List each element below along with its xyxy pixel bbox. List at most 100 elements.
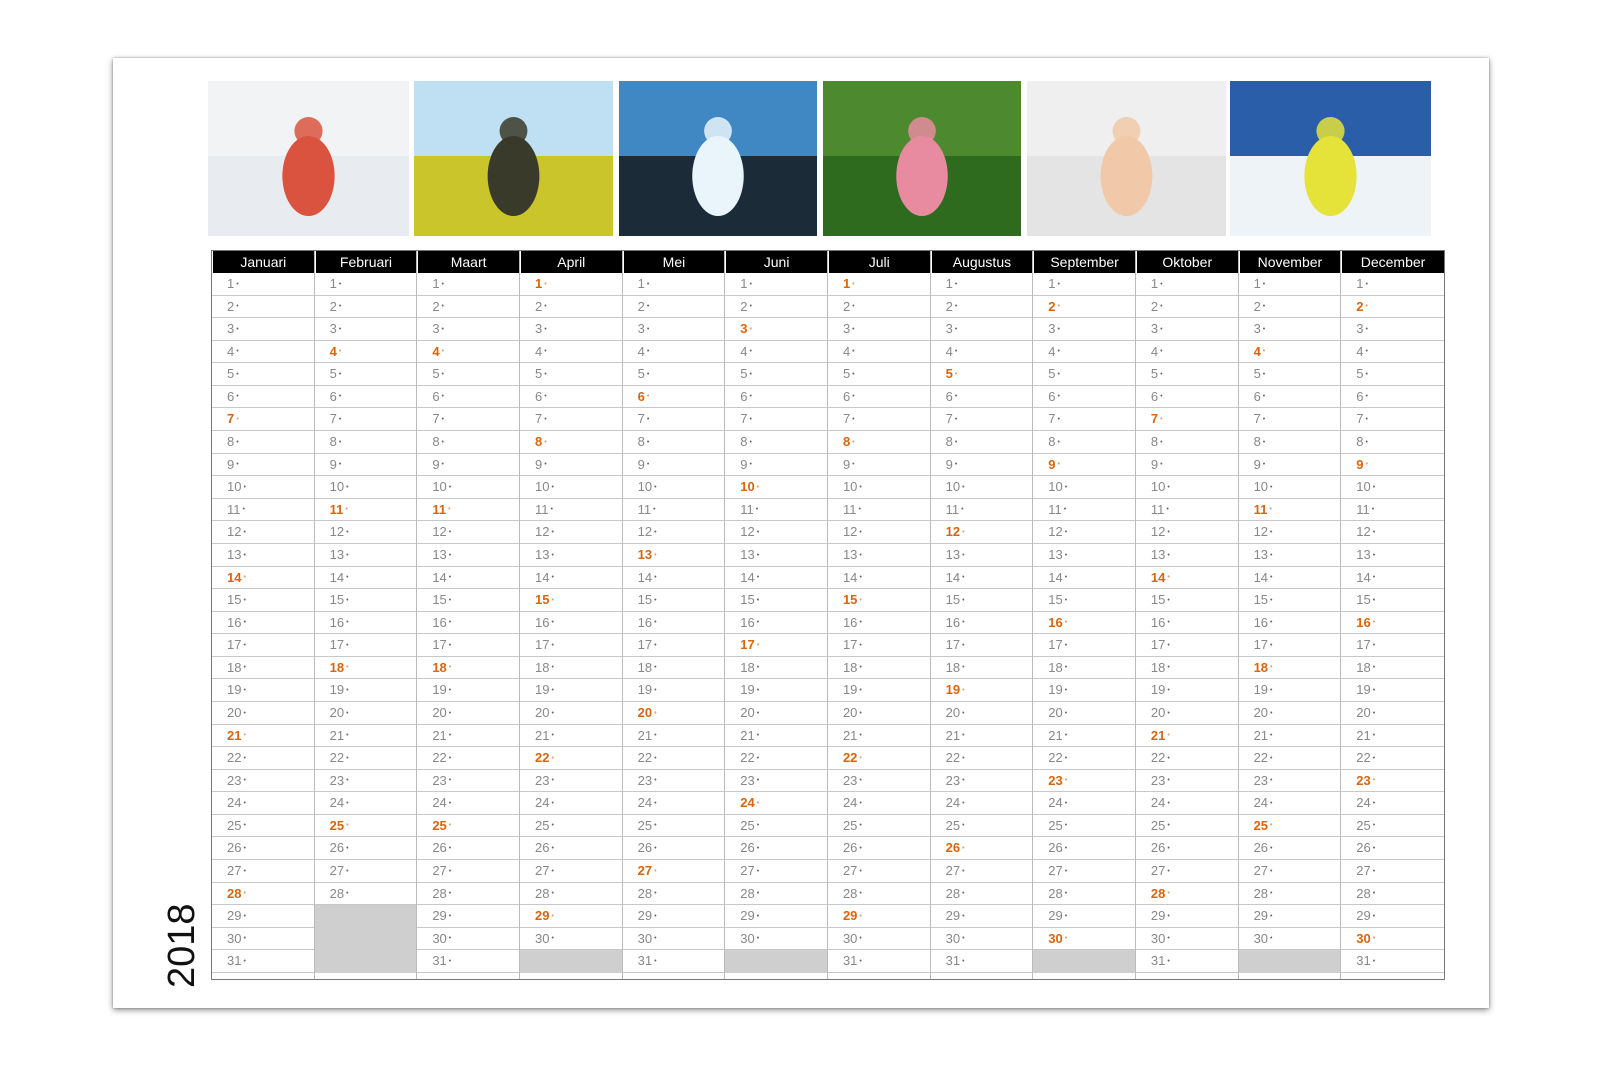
- month-header: Juli: [827, 251, 930, 273]
- weekday-mark: •: [954, 461, 958, 469]
- day-number: 7: [945, 411, 953, 427]
- day-number: 30: [1150, 930, 1166, 946]
- day-cell: 9 •: [417, 454, 519, 477]
- weekday-mark: •: [859, 574, 862, 582]
- day-number: 17: [842, 637, 858, 653]
- day-cell-sunday: 25 •: [417, 815, 519, 838]
- weekday-mark: •: [654, 890, 657, 898]
- weekday-mark: •: [1064, 822, 1068, 830]
- day-cell: 16 •: [930, 612, 1033, 635]
- weekday-mark: •: [1270, 799, 1273, 807]
- weekday-mark: •: [1064, 732, 1068, 740]
- day-cell: 1 •: [1238, 273, 1341, 296]
- day-number: 8: [842, 434, 851, 450]
- weekday-mark: •: [236, 303, 239, 311]
- day-cell: 31 •: [622, 950, 725, 973]
- day-number: 4: [432, 343, 440, 359]
- day-number: 14: [534, 569, 550, 585]
- day-cell: 9 •: [930, 454, 1033, 477]
- day-cell: 16 •: [314, 612, 417, 635]
- weekday-mark: •: [852, 280, 855, 288]
- day-cell: 9 •: [622, 454, 725, 477]
- weekday-mark: •: [1372, 732, 1376, 740]
- photo-silhouette-sky: [619, 81, 817, 236]
- day-number: 16: [740, 614, 755, 630]
- day-number: 15: [1253, 592, 1269, 608]
- day-number: 4: [1253, 343, 1261, 359]
- weekday-mark: •: [1372, 822, 1376, 830]
- day-number: 12: [842, 524, 858, 540]
- weekday-mark: •: [1057, 348, 1060, 356]
- weekday-mark: •: [1167, 799, 1170, 807]
- day-number: 26: [329, 840, 345, 856]
- day-number: 26: [1356, 840, 1371, 856]
- day-cell: 16 •: [725, 612, 827, 635]
- day-number: 20: [329, 704, 345, 720]
- weekday-mark: •: [1269, 506, 1272, 514]
- day-cell: 21 •: [1033, 725, 1135, 748]
- weekday-mark: •: [858, 506, 861, 514]
- day-number: 23: [637, 772, 653, 788]
- day-cell: 23 •: [725, 770, 827, 793]
- weekday-mark: •: [654, 912, 657, 920]
- day-cell: 28 •: [725, 883, 827, 906]
- day-number: 25: [1356, 817, 1371, 833]
- day-number: 27: [432, 863, 447, 879]
- day-number: 5: [1150, 366, 1159, 382]
- day-cell: 4 •: [827, 341, 930, 364]
- day-cell: 23 •: [417, 770, 519, 793]
- day-number: 16: [945, 614, 961, 630]
- day-cell: 29 •: [725, 905, 827, 928]
- weekday-mark: •: [954, 416, 958, 424]
- day-number: 18: [637, 659, 653, 675]
- day-number: 17: [1150, 637, 1166, 653]
- day-number: 27: [329, 863, 345, 879]
- weekday-mark: •: [1167, 822, 1170, 830]
- day-cell: 30 •: [519, 928, 622, 951]
- weekday-mark: •: [551, 641, 554, 649]
- day-number: 6: [329, 388, 337, 404]
- day-cell-sunday: 21 •: [1135, 725, 1238, 748]
- weekday-mark: •: [236, 370, 239, 378]
- day-number: 22: [740, 750, 755, 766]
- weekday-mark: •: [859, 935, 862, 943]
- weekday-mark: •: [1167, 845, 1170, 853]
- weekday-mark: •: [1262, 370, 1266, 378]
- empty-cell: [519, 950, 622, 973]
- day-number: 18: [945, 659, 961, 675]
- day-cell: 7 •: [314, 408, 417, 432]
- weekday-mark: •: [654, 935, 657, 943]
- weekday-mark: •: [448, 890, 452, 898]
- day-cell: 7 •: [1238, 408, 1341, 432]
- day-cell-sunday: 29 •: [519, 905, 622, 928]
- weekday-mark: •: [346, 619, 349, 627]
- weekday-mark: •: [551, 686, 554, 694]
- day-number: 3: [637, 321, 645, 337]
- day-cell: 16 •: [417, 612, 519, 635]
- day-number: 30: [227, 930, 242, 946]
- day-number: 16: [1150, 614, 1166, 630]
- weekday-mark: •: [962, 957, 965, 965]
- weekday-mark: •: [243, 822, 246, 830]
- day-cell-sunday: 1 •: [827, 273, 930, 296]
- day-cell: 16 •: [212, 612, 314, 635]
- day-cell: 11 •: [622, 499, 725, 522]
- month-column: Augustus 1 • 2 • 3 • 4 • 5 • 6 • 7 • 8 • 9 • 10 • 11 • 12 • 13 • 14…: [930, 251, 1034, 979]
- day-number: 7: [329, 411, 337, 427]
- day-number: 10: [1356, 479, 1371, 495]
- day-cell: 13 •: [417, 544, 519, 567]
- weekday-mark: •: [859, 596, 862, 604]
- weekday-mark: •: [448, 641, 452, 649]
- weekday-mark: •: [755, 506, 759, 514]
- day-number: 25: [1048, 817, 1063, 833]
- weekday-mark: •: [852, 348, 855, 356]
- day-cell: 12 •: [519, 521, 622, 544]
- day-number: 27: [637, 863, 653, 879]
- day-cell-sunday: 14 •: [1135, 567, 1238, 590]
- day-number: 23: [740, 772, 755, 788]
- day-number: 17: [740, 637, 755, 653]
- month-column: November 1 • 2 • 3 • 4 • 5 • 6 • 7 • 8 • 9 • 10 • 11 • 12 • 13 • 14…: [1238, 251, 1342, 979]
- day-number: 8: [1048, 434, 1056, 450]
- day-number: 14: [1048, 569, 1063, 585]
- weekday-mark: •: [756, 799, 760, 807]
